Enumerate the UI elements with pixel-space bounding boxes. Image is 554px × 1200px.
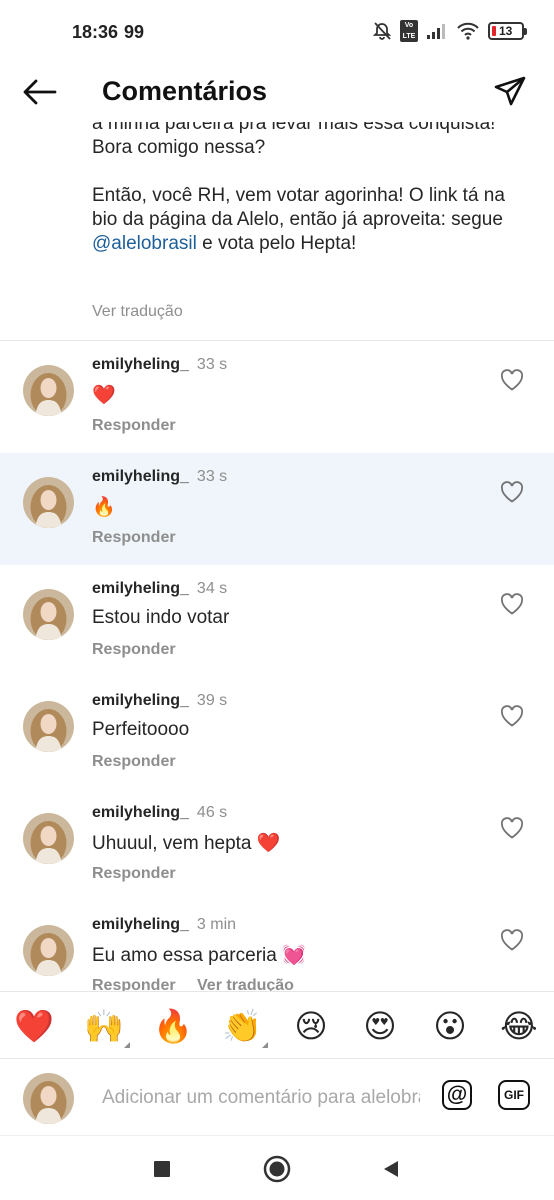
emoji-clap[interactable]: 👏 [220, 1004, 268, 1048]
skin-tone-indicator [262, 1042, 268, 1048]
emoji-fire[interactable]: 🔥 [151, 1004, 195, 1048]
reply-button[interactable]: Responder [92, 529, 176, 547]
heart-icon[interactable] [500, 369, 524, 391]
comment-item: emilyheling_ 34 s Estou indo votar Respon… [0, 565, 554, 677]
comment-item: emilyheling_ 33 s ❤️ Responder [0, 341, 554, 453]
reply-button[interactable]: Responder [92, 977, 176, 991]
comment-item: emilyheling_ 39 s Perfeitoooo Responder [0, 677, 554, 789]
send-icon [494, 76, 526, 106]
heart-icon[interactable] [500, 705, 524, 727]
comment-text: Eu amo essa parceria 💓 [92, 945, 306, 966]
comment-username[interactable]: emilyheling_ 39 s [92, 692, 227, 710]
reply-button[interactable]: Responder [92, 865, 176, 883]
comment-item: emilyheling_ 3 min Eu amo essa parceria 💓… [0, 901, 554, 991]
comment-username[interactable]: emilyheling_ 3 min [92, 916, 236, 934]
volte-icon: Vo LTE [400, 20, 418, 42]
emoji-heart[interactable]: ❤️ [12, 1004, 56, 1048]
heart-icon[interactable] [500, 593, 524, 615]
mention-link[interactable]: @alelobrasil [92, 233, 197, 254]
comment-input[interactable] [102, 1085, 420, 1111]
avatar[interactable] [23, 589, 74, 640]
comment-username[interactable]: emilyheling_ 33 s [92, 356, 227, 374]
system-nav-bar [0, 1135, 554, 1200]
battery-icon: 13 [488, 22, 527, 40]
comment-time: 34 s [196, 580, 228, 597]
circle-icon [263, 1155, 291, 1183]
page-title: Comentários [102, 76, 268, 106]
avatar[interactable] [23, 477, 74, 528]
comments-list: emilyheling_ 33 s ❤️ Responder emilyhelin… [0, 341, 554, 991]
emoji-crying[interactable]: 😢 [289, 1004, 333, 1048]
home-button[interactable] [262, 1154, 292, 1184]
comment-composer: @ GIF [0, 1059, 554, 1135]
comment-time: 46 s [196, 804, 228, 821]
emoji-raised-hands[interactable]: 🙌 [82, 1004, 130, 1048]
recents-button[interactable] [147, 1154, 177, 1184]
comment-username[interactable]: emilyheling_ 46 s [92, 804, 227, 822]
heart-icon[interactable] [500, 929, 524, 951]
status-icons: Vo LTE 13 [372, 20, 527, 42]
gif-button[interactable]: GIF [498, 1080, 530, 1110]
comment-text: 🔥 [92, 497, 116, 518]
mute-icon [372, 21, 392, 41]
comment-username[interactable]: emilyheling_ 33 s [92, 468, 227, 486]
square-icon [154, 1161, 170, 1177]
comment-time: 3 min [196, 916, 237, 933]
status-notification-count: 99 [124, 22, 145, 42]
comment-item: emilyheling_ 46 s Uhuuul, vem hepta ❤️ Re… [0, 789, 554, 901]
comment-text: Estou indo votar [92, 607, 230, 628]
share-button[interactable] [492, 74, 528, 110]
arrow-left-icon [23, 79, 57, 105]
avatar[interactable] [23, 813, 74, 864]
comment-username[interactable]: emilyheling_ 34 s [92, 580, 227, 598]
heart-icon[interactable] [500, 817, 524, 839]
comment-time: 39 s [196, 692, 228, 709]
comment-item: emilyheling_ 33 s 🔥 Responder [0, 453, 554, 565]
reply-button[interactable]: Responder [92, 641, 176, 659]
comment-text: Perfeitoooo [92, 719, 190, 740]
avatar[interactable] [23, 701, 74, 752]
emoji-heart-eyes[interactable]: 😍 [358, 1004, 402, 1048]
avatar[interactable] [23, 365, 74, 416]
see-translation-button[interactable]: Ver tradução [197, 977, 294, 991]
skin-tone-indicator [124, 1042, 130, 1048]
caption-line-2: Então, você RH, vem votar agorinha! O li… [92, 185, 505, 254]
avatar [23, 1073, 74, 1124]
battery-level: 13 [499, 24, 513, 38]
header: Comentários [0, 62, 554, 122]
emoji-laughing[interactable]: 😂 [497, 1004, 541, 1048]
comment-text: Uhuuul, vem hepta ❤️ [92, 833, 281, 854]
back-button[interactable] [20, 74, 60, 110]
heart-icon[interactable] [500, 481, 524, 503]
comment-time: 33 s [196, 468, 228, 485]
wifi-icon [456, 22, 480, 40]
status-bar: 18:36 99 Vo LTE 13 [0, 0, 554, 62]
emoji-surprised[interactable]: 😮 [428, 1004, 472, 1048]
mention-button[interactable]: @ [442, 1080, 472, 1110]
reply-button[interactable]: Responder [92, 417, 176, 435]
back-nav-button[interactable] [376, 1154, 406, 1184]
signal-icon [426, 22, 448, 40]
post-caption: a minha parceira pra levar mais essa con… [92, 112, 512, 280]
emoji-reaction-bar: ❤️ 🙌 🔥 👏 😢 😍 😮 😂 [0, 991, 554, 1059]
status-time: 18:36 [72, 22, 119, 42]
reply-button[interactable]: Responder [92, 753, 176, 771]
comment-time: 33 s [196, 356, 228, 373]
comment-text: ❤️ [92, 385, 116, 406]
triangle-back-icon [384, 1161, 398, 1177]
comments-screen: 18:36 99 Vo LTE 13 a minha parceira pra l… [0, 0, 554, 1200]
avatar[interactable] [23, 925, 74, 976]
caption-see-translation[interactable]: Ver tradução [92, 303, 183, 321]
